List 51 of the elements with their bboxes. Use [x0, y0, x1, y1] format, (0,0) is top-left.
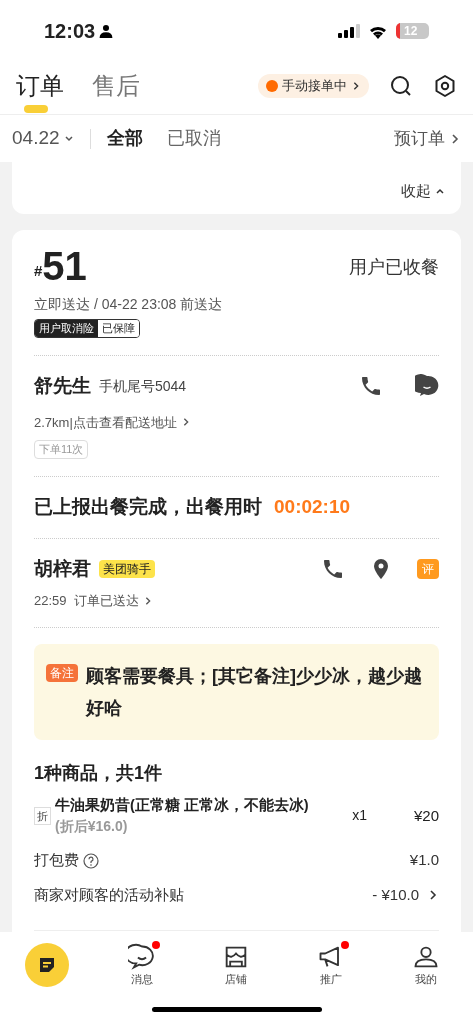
- preorder-link[interactable]: 预订单: [394, 125, 461, 152]
- customer-name: 舒先生: [34, 374, 91, 398]
- fee-value: ¥1.0: [409, 850, 439, 871]
- signal-icon: [338, 24, 360, 38]
- order-number: 51: [42, 246, 87, 286]
- mode-badge[interactable]: 手动接单中: [258, 74, 369, 98]
- chevron-right-icon: [351, 81, 361, 91]
- discount-tag: 折: [34, 806, 51, 826]
- discounted-price: (折后¥16.0): [55, 817, 129, 837]
- fee-label: 打包费: [34, 850, 79, 871]
- phone-suffix: 手机尾号5044: [99, 376, 187, 396]
- order-count-tag: 下单11次: [34, 440, 89, 459]
- fee-label: 商家对顾客的活动补贴: [34, 884, 184, 905]
- hash-mark: #: [34, 261, 43, 279]
- search-icon[interactable]: [389, 74, 413, 98]
- address-link[interactable]: 2.7km|点击查看配送地址: [34, 412, 191, 432]
- note-label: 备注: [46, 663, 78, 682]
- orders-tab[interactable]: [25, 943, 70, 987]
- rider-tag: 美团骑手: [99, 559, 155, 578]
- items-summary: 1种商品，共1件: [34, 761, 164, 785]
- status-time: 12:03: [44, 19, 96, 44]
- rider-name: 胡梓君: [34, 556, 91, 581]
- header-tab[interactable]: 售后: [92, 59, 140, 113]
- order-status: 用户已收餐: [349, 256, 439, 279]
- filter-tab[interactable]: 全部: [106, 125, 143, 152]
- chat-icon[interactable]: [415, 374, 439, 399]
- person-icon: [99, 24, 114, 38]
- settings-icon[interactable]: [433, 74, 457, 98]
- item-name: 牛油果奶昔(正常糖 正常冰，不能去冰): [55, 795, 310, 815]
- nav-label[interactable]: 我的: [414, 970, 437, 988]
- filter-tab[interactable]: 已取消: [166, 125, 221, 152]
- caret-down-icon: [63, 133, 74, 144]
- date-selector[interactable]: 04.22: [12, 124, 74, 153]
- meal-report-text: 已上报出餐完成，出餐用时: [34, 495, 262, 519]
- header-tab[interactable]: 订单: [16, 59, 64, 113]
- chat-bubble-icon: [127, 942, 156, 971]
- item-price: ¥20: [412, 805, 439, 826]
- delivery-time: 立即送达 / 04-22 23:08 前送达: [34, 295, 224, 314]
- insurance-tag: 用户取消险 已保障: [34, 319, 140, 338]
- nav-label[interactable]: 店铺: [225, 970, 248, 988]
- nav-label[interactable]: 消息: [130, 970, 153, 988]
- chevron-right-icon: [449, 132, 461, 145]
- fee-value-link[interactable]: - ¥10.0: [372, 883, 439, 907]
- chevron-right-icon: [427, 889, 439, 901]
- collapse-button[interactable]: 收起: [401, 179, 445, 202]
- help-icon[interactable]: [83, 852, 99, 869]
- nav-label[interactable]: 推广: [320, 970, 343, 988]
- rider-status-link[interactable]: 22:59 订单已送达: [34, 591, 153, 611]
- item-quantity: x1: [352, 806, 367, 826]
- note-text: 顾客需要餐具；[其它备注]少少冰，越少越好哈: [86, 664, 423, 720]
- meal-time: 00:02:10: [274, 495, 351, 519]
